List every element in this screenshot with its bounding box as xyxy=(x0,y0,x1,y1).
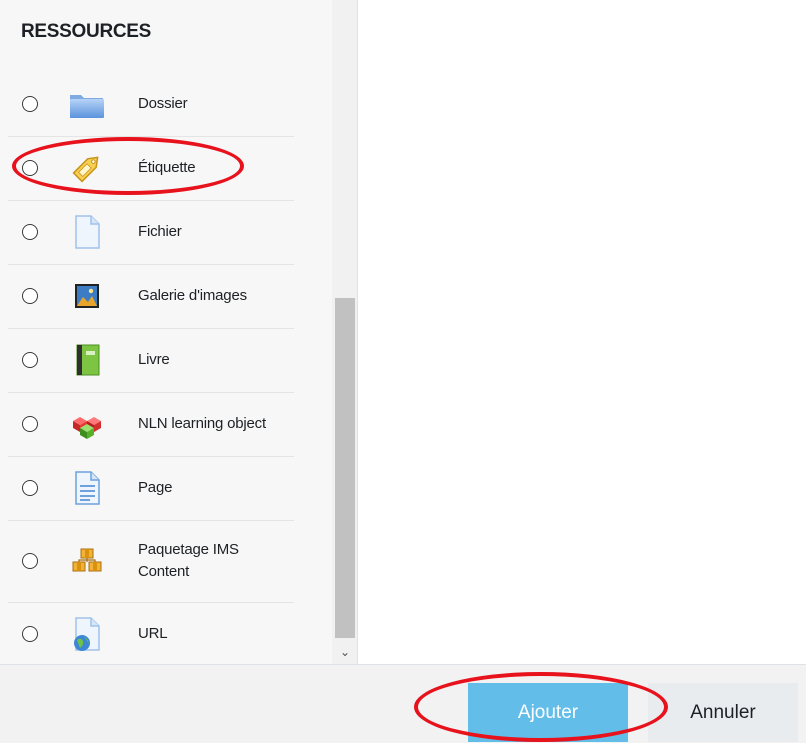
resource-option-page[interactable]: Page xyxy=(8,456,294,521)
resource-label: Galerie d'images xyxy=(138,287,247,304)
page-icon xyxy=(67,468,107,508)
resource-label: Livre xyxy=(138,351,170,368)
resource-label: Dossier xyxy=(138,95,188,112)
book-icon xyxy=(67,340,107,380)
radio-nln[interactable] xyxy=(22,416,38,432)
radio-ims[interactable] xyxy=(22,553,38,569)
scrollbar-thumb[interactable] xyxy=(335,298,355,638)
radio-page[interactable] xyxy=(22,480,38,496)
file-icon xyxy=(67,212,107,252)
resource-option-etiquette[interactable]: Étiquette xyxy=(8,136,294,201)
image-gallery-icon xyxy=(67,276,107,316)
radio-etiquette[interactable] xyxy=(22,160,38,176)
ims-package-icon xyxy=(67,541,107,581)
resource-option-fichier[interactable]: Fichier xyxy=(8,200,294,265)
resource-option-galerie[interactable]: Galerie d'images xyxy=(8,264,294,329)
radio-livre[interactable] xyxy=(22,352,38,368)
resource-option-nln[interactable]: NLN learning object xyxy=(8,392,294,457)
resource-option-livre[interactable]: Livre xyxy=(8,328,294,393)
section-title: RESSOURCES xyxy=(21,21,152,42)
tag-icon xyxy=(67,148,107,188)
cancel-button[interactable]: Annuler xyxy=(648,683,798,742)
resource-label: Page xyxy=(138,479,173,496)
add-button[interactable]: Ajouter xyxy=(468,683,628,742)
resource-label: Paquetage IMS Content xyxy=(138,541,239,580)
scroll-down-arrow-icon[interactable]: ⌄ xyxy=(335,642,355,662)
radio-url[interactable] xyxy=(22,626,38,642)
resource-option-ims[interactable]: Paquetage IMS Content xyxy=(8,520,294,603)
resource-option-url[interactable]: URL xyxy=(8,602,294,664)
resource-option-dossier[interactable]: Dossier xyxy=(8,72,294,137)
resource-label: NLN learning object xyxy=(138,415,266,432)
resource-label: Fichier xyxy=(138,223,182,240)
folder-icon xyxy=(67,84,107,124)
url-icon xyxy=(67,614,107,654)
radio-galerie[interactable] xyxy=(22,288,38,304)
resource-label: URL xyxy=(138,625,168,642)
radio-dossier[interactable] xyxy=(22,96,38,112)
cubes-icon xyxy=(67,404,107,444)
resource-chooser-panel: RESSOURCES Dossier Étiquette Fichier Gal… xyxy=(0,0,358,664)
radio-fichier[interactable] xyxy=(22,224,38,240)
resource-label: Étiquette xyxy=(138,159,196,176)
